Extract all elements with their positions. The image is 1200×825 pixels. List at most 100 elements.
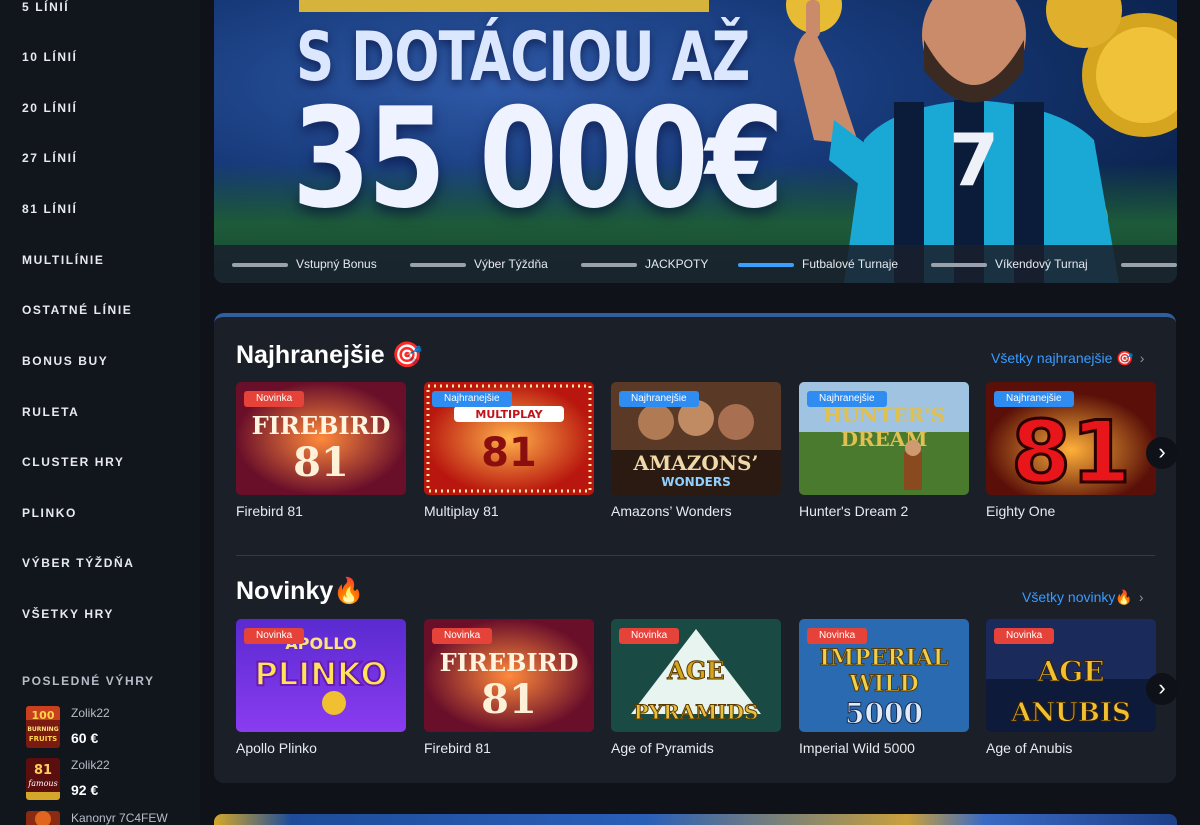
100-burning-fruits-thumb-icon: 100 BURNING FRUITS [26,706,60,748]
svg-text:5000: 5000 [845,697,923,730]
game-name: Age of Anubis [986,740,1073,756]
banner-tab-label: JACKPOTY [645,257,709,271]
see-all-new-link[interactable]: Všetky novinky🔥 › [1022,589,1143,606]
game-tile-age-of-pyramids[interactable]: AGE PYRAMIDS Novinka Age of Pyramids [611,619,781,759]
game-tile-age-of-anubis[interactable]: AGE ANUBIS Novinka Age of Anubis [986,619,1156,759]
game-name: Eighty One [986,503,1056,519]
game-tile-firebird-81[interactable]: FIREBIRD 81 Novinka Firebird 81 [236,382,406,522]
banner-tab-more[interactable] [1121,257,1177,273]
game-tile-hunters-dream-2[interactable]: HUNTER'S DREAM Najhranejšie Hunter's Drea… [799,382,969,522]
recent-win-amount: 60 € [71,730,99,746]
game-badge: Novinka [619,628,680,644]
sidebar-item-all-games[interactable]: VŠETKY HRY [22,607,114,621]
banner-tab-label: Vstupný Bonus [296,257,377,271]
game-badge: Novinka [994,628,1055,644]
svg-text:AGE: AGE [666,656,724,685]
svg-text:7: 7 [949,118,999,202]
svg-text:81: 81 [481,430,537,476]
game-tile-firebird-81[interactable]: FIREBIRD 81 Novinka Firebird 81 [424,619,594,759]
game-tile-apollo-plinko[interactable]: APOLLO PLINKO Novinka Apollo Plinko [236,619,406,759]
svg-text:WILD: WILD [848,671,919,697]
new-next-arrow[interactable]: › [1146,673,1178,705]
game-badge: Novinka [432,628,493,644]
see-all-label: Všetky novinky🔥 [1022,589,1133,605]
chevron-right-icon: › [1138,589,1144,605]
svg-text:100: 100 [32,709,55,722]
recent-win-item[interactable]: 100 BURNING FRUITS Zolik22 60 € [26,706,196,752]
sidebar-item-week-pick[interactable]: VÝBER TÝŽDŇA [22,556,135,570]
svg-text:WONDERS: WONDERS [661,475,731,489]
game-badge: Novinka [807,628,868,644]
recent-win-item[interactable]: 81 famous Zolik22 92 € [26,758,196,804]
new-section-title: Novinky🔥 [236,577,365,605]
football-player-illustration: 7 [774,0,1177,283]
banner-tab-label: Výber Týždňa [474,257,548,271]
game-thumb-icon [26,811,60,825]
svg-text:MULTIPLAY: MULTIPLAY [475,408,543,421]
popular-section-title: Najhranejšie 🎯 [236,341,423,369]
chevron-right-icon: › [1158,675,1166,700]
game-tile-imperial-wild-5000[interactable]: IMPERIAL WILD 5000 Novinka Imperial Wild 5… [799,619,969,759]
svg-text:81: 81 [293,439,349,486]
game-tile-amazons-wonders[interactable]: AMAZONS’ WONDERS Najhranejšie Amazons’ Wo… [611,382,781,522]
svg-text:AGE: AGE [1037,655,1105,688]
sidebar-item-5-lines[interactable]: 5 LÍNIÍ [22,0,69,14]
next-banner-peek[interactable] [214,814,1177,825]
sidebar-item-20-lines[interactable]: 20 LÍNIÍ [22,101,77,115]
sidebar-item-cluster-games[interactable]: CLUSTER HRY [22,455,125,469]
banner-tab-week-pick[interactable]: Výber Týždňa [410,257,548,273]
sidebar-item-plinko[interactable]: PLINKO [22,506,77,520]
sidebar-item-other-lines[interactable]: OSTATNÉ LÍNIE [22,303,132,317]
svg-text:FIREBIRD: FIREBIRD [252,411,391,440]
svg-text:FRUITS: FRUITS [29,735,57,743]
game-name: Apollo Plinko [236,740,317,756]
game-name: Amazons’ Wonders [611,503,732,519]
recent-win-user: Zolik22 [71,758,110,772]
svg-text:ANUBIS: ANUBIS [1010,698,1131,728]
game-tile-multiplay-81[interactable]: MULTIPLAY 81 Najhranejšie Multiplay 81 [424,382,594,522]
section-divider [236,555,1155,556]
banner-tab-football-tournaments[interactable]: Futbalové Turnaje [738,257,898,273]
svg-text:81: 81 [34,763,52,778]
banner-tab-label: Víkendový Turnaj [995,257,1088,271]
sidebar: 5 LÍNIÍ 10 LÍNIÍ 20 LÍNIÍ 27 LÍNIÍ 81 LÍ… [0,0,200,825]
sidebar-item-bonus-buy[interactable]: BONUS BUY [22,354,108,368]
recent-win-user: Kanonyr 7C4FEW [71,811,168,825]
hero-banner[interactable]: S DOTÁCIOU AŽ 35 000€ 7 Vstupný Bonus Vý… [214,0,1177,283]
svg-text:famous: famous [27,779,57,788]
svg-text:AMAZONS’: AMAZONS’ [633,451,759,475]
sidebar-item-roulette[interactable]: RULETA [22,405,79,419]
game-name: Age of Pyramids [611,740,714,756]
svg-text:BURNING: BURNING [27,726,58,733]
see-all-popular-link[interactable]: Všetky najhranejšie 🎯 › [991,350,1144,367]
svg-text:81: 81 [1011,403,1131,495]
game-name: Firebird 81 [236,503,303,519]
game-name: Hunter's Dream 2 [799,503,909,519]
game-tile-eighty-one[interactable]: 81 Najhranejšie Eighty One [986,382,1156,522]
game-name: Imperial Wild 5000 [799,740,915,756]
banner-tab-entry-bonus[interactable]: Vstupný Bonus [232,257,377,273]
sidebar-item-81-lines[interactable]: 81 LÍNIÍ [22,202,77,216]
game-badge: Novinka [244,391,305,407]
svg-text:PLINKO: PLINKO [254,655,387,693]
popular-next-arrow[interactable]: › [1146,437,1178,469]
hero-amount: 35 000€ [292,78,784,239]
recent-win-item[interactable]: Kanonyr 7C4FEW [26,811,196,825]
sidebar-item-multilines[interactable]: MULTILÍNIE [22,253,104,267]
banner-tab-weekend-tournament[interactable]: Víkendový Turnaj [931,257,1088,273]
banner-gold-strip [299,0,709,12]
game-badge: Najhranejšie [432,391,512,407]
games-panel: Najhranejšie 🎯 Všetky najhranejšie 🎯 › FI… [214,313,1178,783]
see-all-label: Všetky najhranejšie 🎯 [991,350,1134,366]
game-name: Multiplay 81 [424,503,499,519]
banner-tab-jackpots[interactable]: JACKPOTY [581,257,708,273]
recent-win-user: Zolik22 [71,706,110,720]
recent-win-amount: 92 € [71,782,99,798]
sidebar-item-27-lines[interactable]: 27 LÍNIÍ [22,151,77,165]
game-badge: Novinka [244,628,305,644]
game-badge: Najhranejšie [619,391,699,407]
svg-text:FIREBIRD: FIREBIRD [440,648,579,677]
recent-wins-title: POSLEDNÉ VÝHRY [22,674,155,688]
sidebar-item-10-lines[interactable]: 10 LÍNIÍ [22,50,77,64]
svg-text:IMPERIAL: IMPERIAL [819,645,948,671]
